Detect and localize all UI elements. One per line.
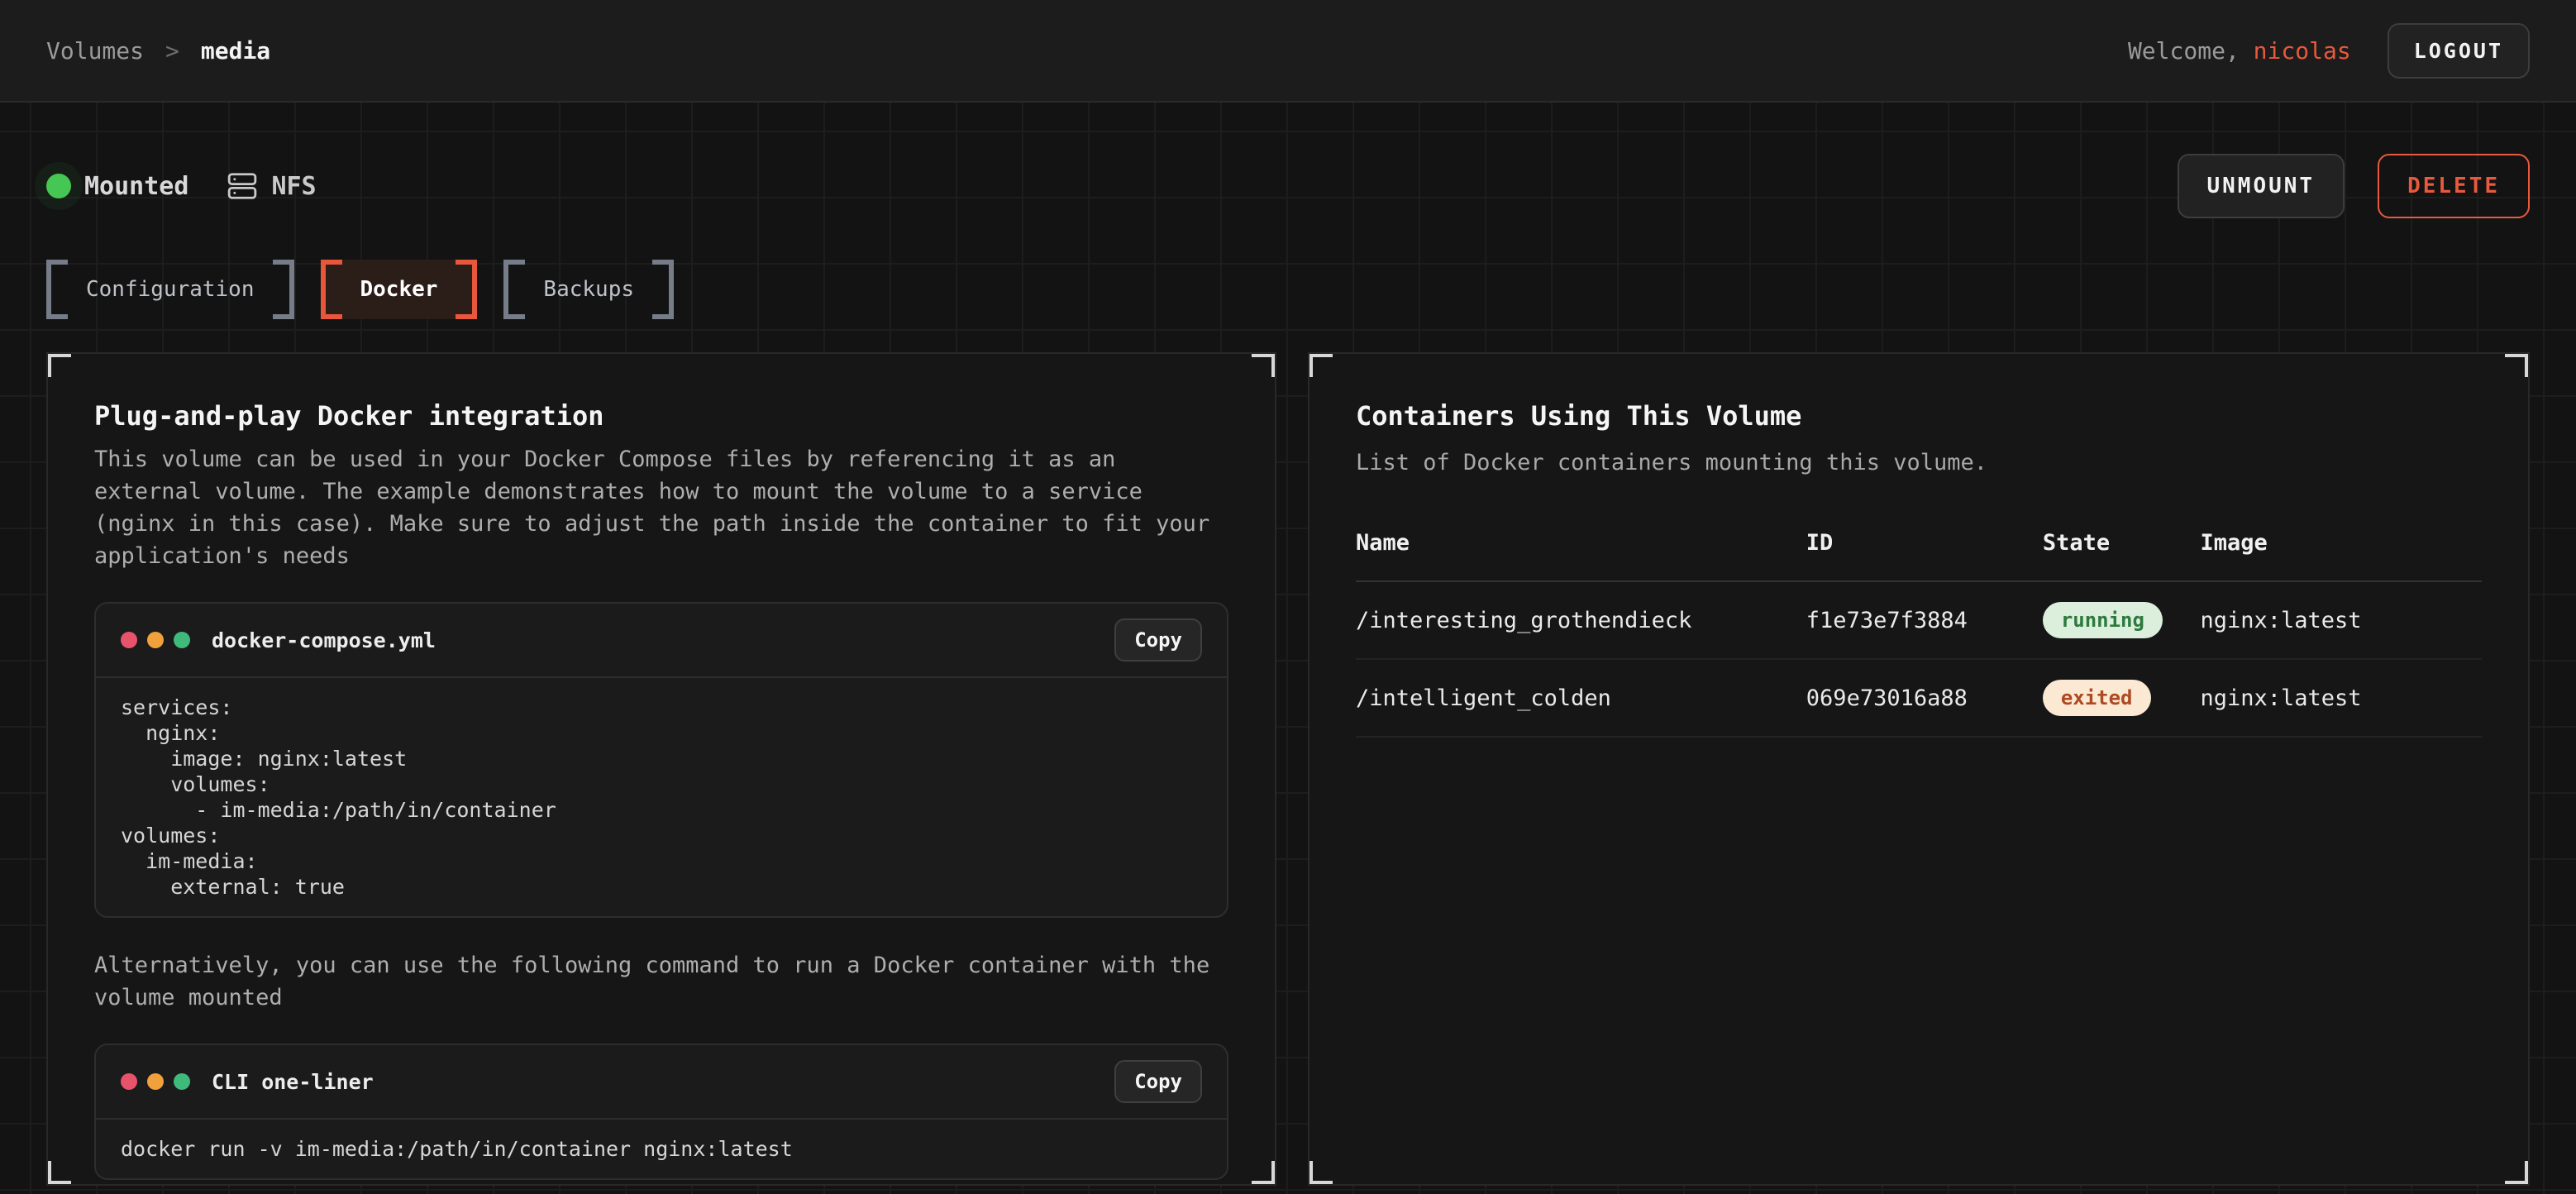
containers-panel-subtitle: List of Docker containers mounting this … <box>1356 450 2482 475</box>
docker-panel-description: This volume can be used in your Docker C… <box>94 443 1228 572</box>
mounted-status-dot-icon <box>46 174 71 198</box>
amber-dot-icon <box>147 1073 164 1090</box>
server-icon <box>227 170 258 202</box>
corner-mark-icon <box>1252 352 1276 377</box>
cli-code-block: CLI one-liner Copy docker run -v im-medi… <box>94 1044 1228 1180</box>
delete-button[interactable]: DELETE <box>2378 154 2530 218</box>
table-row: /intelligent_colden 069e73016a88 exited … <box>1356 660 2482 738</box>
containers-table: Name ID State Image /interesting_grothen… <box>1356 530 2482 738</box>
state-badge: running <box>2043 602 2163 638</box>
compose-code: services: nginx: image: nginx:latest vol… <box>121 695 1202 900</box>
containers-panel-title: Containers Using This Volume <box>1356 400 2482 432</box>
red-dot-icon <box>121 632 137 648</box>
red-dot-icon <box>121 1073 137 1090</box>
breadcrumb-current: media <box>201 37 270 64</box>
container-image: nginx:latest <box>2200 608 2482 633</box>
window-dots <box>121 1073 190 1090</box>
docker-panel-title: Plug-and-play Docker integration <box>94 400 1228 432</box>
nfs-label: NFS <box>271 172 316 201</box>
containers-panel: Containers Using This Volume List of Doc… <box>1308 352 2530 1186</box>
copy-cli-button[interactable]: Copy <box>1114 1060 1202 1103</box>
compose-code-block: docker-compose.yml Copy services: nginx:… <box>94 602 1228 918</box>
chevron-right-icon: > <box>165 37 179 64</box>
compose-filename: docker-compose.yml <box>212 628 436 652</box>
breadcrumb-volumes-link[interactable]: Volumes <box>46 37 144 64</box>
copy-compose-button[interactable]: Copy <box>1114 618 1202 661</box>
top-bar: Volumes > media Welcome, nicolas LOGOUT <box>0 0 2576 103</box>
amber-dot-icon <box>147 632 164 648</box>
container-id: f1e73e7f3884 <box>1806 608 2043 633</box>
cli-code: docker run -v im-media:/path/in/containe… <box>121 1136 1202 1162</box>
column-header-id: ID <box>1806 530 2043 556</box>
column-header-state: State <box>2043 530 2201 556</box>
container-name: /interesting_grothendieck <box>1356 608 1806 633</box>
corner-mark-icon <box>2505 352 2530 377</box>
window-dots <box>121 632 190 648</box>
main-content: Mounted NFS UNMOUNT DELETE Configuration… <box>0 154 2576 1186</box>
corner-mark-icon <box>1308 352 1333 377</box>
breadcrumb: Volumes > media <box>46 37 270 64</box>
green-dot-icon <box>174 632 190 648</box>
table-header-row: Name ID State Image <box>1356 530 2482 582</box>
tab-backups[interactable]: Backups <box>503 260 674 319</box>
corner-mark-icon <box>46 352 71 377</box>
state-badge: exited <box>2043 680 2151 716</box>
status-row: Mounted NFS UNMOUNT DELETE <box>46 154 2530 218</box>
container-id: 069e73016a88 <box>1806 685 2043 711</box>
tab-bar: Configuration Docker Backups <box>46 260 2530 319</box>
logout-button[interactable]: LOGOUT <box>2388 23 2530 79</box>
container-name: /intelligent_colden <box>1356 685 1806 711</box>
cli-intro-text: Alternatively, you can use the following… <box>94 949 1228 1014</box>
tab-configuration[interactable]: Configuration <box>46 260 294 319</box>
unmount-button[interactable]: UNMOUNT <box>2178 154 2345 218</box>
column-header-image: Image <box>2200 530 2482 556</box>
tab-docker[interactable]: Docker <box>321 260 478 319</box>
column-header-name: Name <box>1356 530 1806 556</box>
corner-mark-icon <box>2505 1161 2530 1186</box>
table-row: /interesting_grothendieck f1e73e7f3884 r… <box>1356 582 2482 660</box>
username: nicolas <box>2254 37 2351 64</box>
corner-mark-icon <box>46 1161 71 1186</box>
corner-mark-icon <box>1308 1161 1333 1186</box>
cli-filename: CLI one-liner <box>212 1070 374 1094</box>
welcome-text: Welcome, nicolas <box>2128 37 2351 64</box>
green-dot-icon <box>174 1073 190 1090</box>
mounted-label: Mounted <box>84 172 188 201</box>
corner-mark-icon <box>1252 1161 1276 1186</box>
docker-integration-panel: Plug-and-play Docker integration This vo… <box>46 352 1276 1186</box>
mount-status: Mounted <box>46 172 188 201</box>
container-image: nginx:latest <box>2200 685 2482 711</box>
volume-type: NFS <box>227 170 316 202</box>
